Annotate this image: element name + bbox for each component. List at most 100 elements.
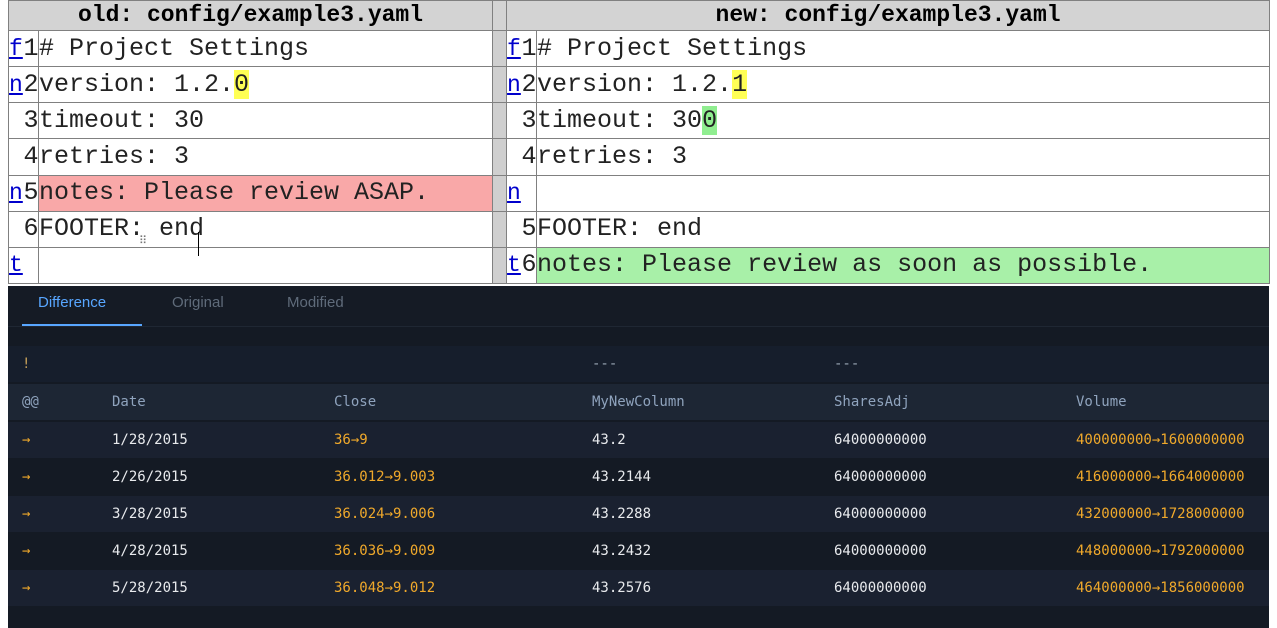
- date-cell: 4/28/2015: [112, 543, 188, 559]
- old-file-header: old: config/example3.yaml: [7, 0, 494, 31]
- code-text: timeout: 30: [39, 105, 205, 135]
- mynewcolumn-cell: 43.2: [592, 432, 626, 448]
- column-header: @@: [22, 394, 39, 410]
- volume-cell: 400000000→1600000000: [1076, 432, 1245, 448]
- changed-char-highlight: 0: [234, 69, 250, 99]
- new-file-header: new: config/example3.yaml: [506, 0, 1271, 31]
- table-row[interactable]: → 2/26/2015 36.012→9.003 43.2144 64000000000…: [8, 459, 1269, 495]
- left-code-line: version: 1.2.0: [37, 66, 494, 104]
- column-header-row: @@ Date Close MyNewColumn SharesAdj Volume: [8, 384, 1269, 420]
- right-line-number: 2: [520, 66, 537, 104]
- right-code-line: notes: Please review as soon as possible…: [536, 246, 1271, 285]
- code-text: retries: 3: [39, 141, 190, 171]
- close-cell: 36.012→9.003: [334, 469, 436, 485]
- volume-cell: 448000000→1792000000: [1076, 543, 1245, 559]
- left-line-number: [22, 246, 39, 285]
- right-nav-link[interactable]: f: [506, 29, 521, 68]
- volume-cell: 464000000→1856000000: [1076, 580, 1245, 596]
- column-separator: [492, 174, 508, 212]
- changed-row-arrow-icon: →: [22, 543, 31, 559]
- changed-row-arrow-icon: →: [22, 469, 31, 485]
- code-text: notes: Please review as soon as possible…: [537, 250, 1153, 280]
- right-line-number: 6: [520, 246, 537, 285]
- table-row[interactable]: → 3/28/2015 36.024→9.006 43.2288 64000000000…: [8, 496, 1269, 532]
- left-code-line: # Project Settings: [37, 29, 494, 68]
- right-code-line: version: 1.2.1: [536, 66, 1271, 104]
- left-line-number: 5: [22, 174, 39, 212]
- sharesadj-cell: 64000000000: [834, 469, 927, 485]
- date-cell: 3/28/2015: [112, 506, 188, 522]
- right-nav-link[interactable]: n: [506, 66, 521, 104]
- close-cell: 36.048→9.012: [334, 580, 436, 596]
- left-code-line: timeout: 30: [37, 102, 494, 140]
- right-nav-link[interactable]: t: [506, 246, 521, 285]
- left-nav-link[interactable]: n: [8, 174, 23, 212]
- left-line-number: 4: [22, 138, 39, 176]
- column-header: Close: [334, 394, 377, 410]
- sharesadj-cell: 64000000000: [834, 543, 927, 559]
- right-code-line: FOOTER: end: [536, 210, 1271, 248]
- left-code-line: notes: Please review ASAP.: [37, 174, 494, 212]
- code-text: FOOTER: end: [537, 214, 703, 244]
- left-code-line: FOOTER: end: [37, 210, 494, 248]
- close-cell: 36→9: [334, 432, 368, 448]
- left-line-number: 3: [22, 102, 39, 140]
- right-nav-link: [506, 102, 521, 140]
- mynewcolumn-cell: 43.2432: [592, 543, 652, 559]
- right-line-number: 1: [520, 29, 537, 68]
- column-header: SharesAdj: [834, 394, 910, 410]
- sharesadj-cell: 64000000000: [834, 580, 927, 596]
- right-nav-link[interactable]: n: [506, 174, 521, 212]
- diff-row: f 1 # Project Settings f 1 # Project Settings: [8, 29, 1271, 68]
- right-line-number: [520, 174, 537, 212]
- column-separator: [492, 246, 508, 285]
- left-nav-link[interactable]: t: [8, 246, 23, 285]
- left-code-line: retries: 3: [37, 138, 494, 176]
- tab-modified[interactable]: Modified: [287, 286, 344, 326]
- right-code-line: [536, 174, 1271, 212]
- diff-row: n 2 version: 1.2.0 n 2 version: 1.2.1: [8, 66, 1271, 104]
- date-cell: 5/28/2015: [112, 580, 188, 596]
- changed-char-highlight: 1: [732, 69, 748, 99]
- code-text: # Project Settings: [537, 33, 808, 63]
- table-row[interactable]: → 1/28/2015 36→9 43.2 64000000000 400000000→1…: [8, 422, 1269, 458]
- changed-row-arrow-icon: →: [22, 580, 31, 596]
- table-row[interactable]: → 5/28/2015 36.048→9.012 43.2576 64000000000…: [8, 570, 1269, 606]
- tab-original[interactable]: Original: [172, 286, 224, 326]
- table-row[interactable]: → 4/28/2015 36.036→9.009 43.2432 64000000000…: [8, 533, 1269, 569]
- left-nav-link[interactable]: n: [8, 66, 23, 104]
- header-separator: [492, 0, 508, 31]
- date-cell: 2/26/2015: [112, 469, 188, 485]
- left-line-number: 6: [22, 210, 39, 248]
- drag-handle-icon[interactable]: ⠿: [139, 235, 147, 254]
- diff-viewer-panel: Difference Original Modified ! --- --- @@ Da…: [8, 286, 1269, 628]
- diff-row: 4 retries: 3 4 retries: 3: [8, 138, 1271, 176]
- date-cell: 1/28/2015: [112, 432, 188, 448]
- action-cell: !: [22, 356, 31, 372]
- right-line-number: 4: [520, 138, 537, 176]
- right-code-line: # Project Settings: [536, 29, 1271, 68]
- view-tabs: Difference Original Modified: [8, 286, 1269, 327]
- right-line-number: 3: [520, 102, 537, 140]
- column-separator: [492, 210, 508, 248]
- tab-difference[interactable]: Difference: [22, 286, 142, 326]
- action-cell: ---: [834, 356, 860, 372]
- diff-row: 3 timeout: 30 3 timeout: 300: [8, 102, 1271, 140]
- right-code-line: retries: 3: [536, 138, 1271, 176]
- column-separator: [492, 102, 508, 140]
- close-cell: 36.036→9.009: [334, 543, 436, 559]
- mynewcolumn-cell: 43.2288: [592, 506, 652, 522]
- left-nav-link: [8, 210, 23, 248]
- code-text: version: 1.2.: [537, 69, 733, 99]
- close-cell: 36.024→9.006: [334, 506, 436, 522]
- left-nav-link: [8, 138, 23, 176]
- column-separator: [492, 66, 508, 104]
- left-nav-link[interactable]: f: [8, 29, 23, 68]
- left-nav-link: [8, 102, 23, 140]
- code-text: version: 1.2.: [39, 69, 235, 99]
- right-nav-link: [506, 138, 521, 176]
- code-text: notes: Please review ASAP.: [39, 178, 430, 208]
- code-text: # Project Settings: [39, 33, 310, 63]
- changed-row-arrow-icon: →: [22, 506, 31, 522]
- code-text: timeout: 30: [537, 105, 703, 135]
